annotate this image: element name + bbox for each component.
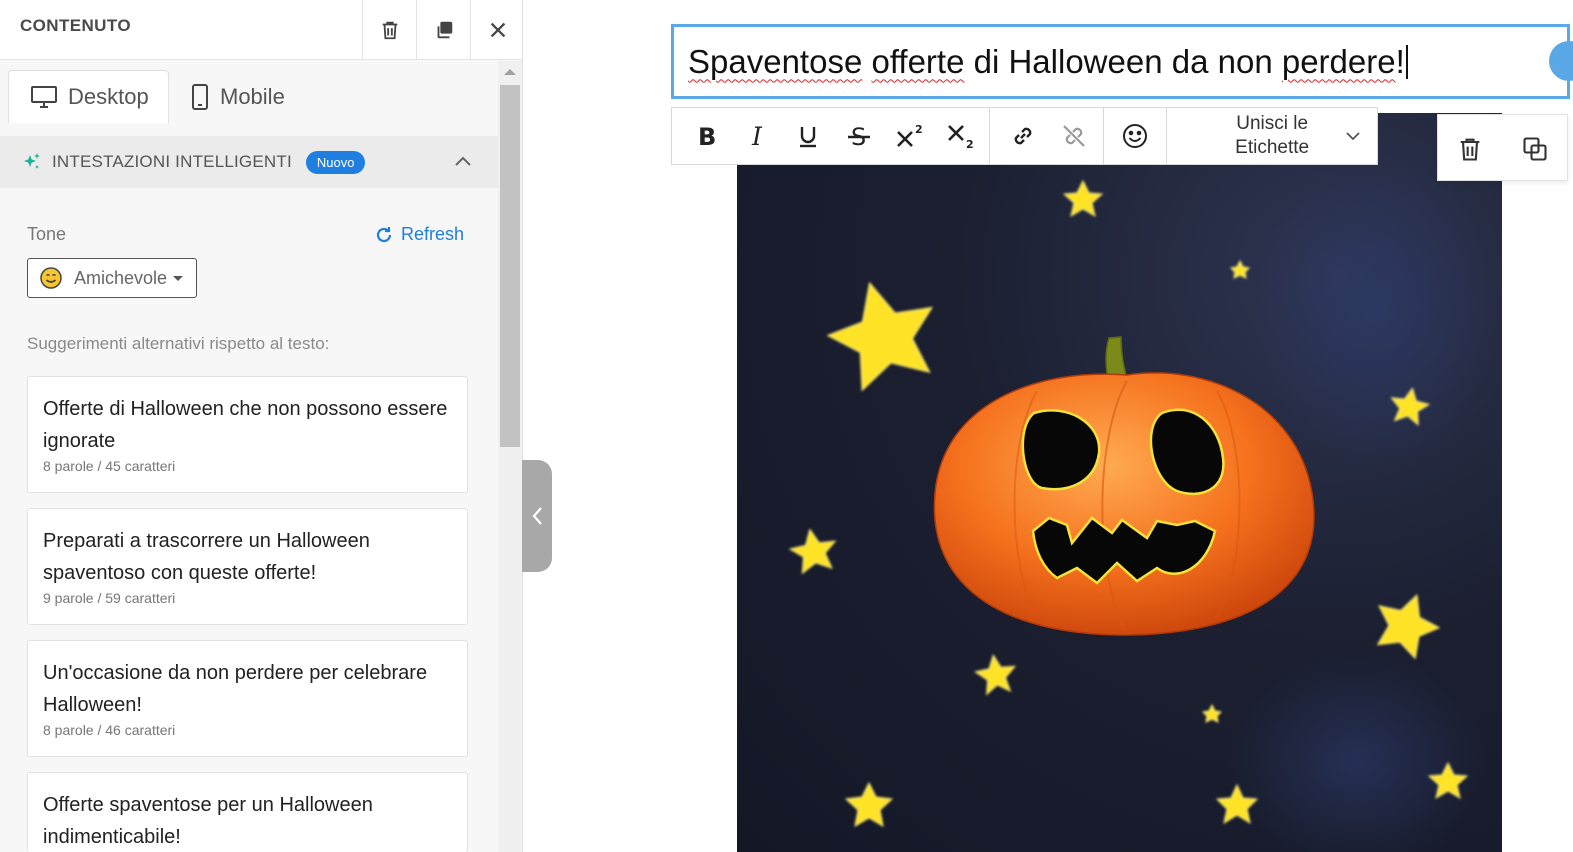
subscript-button[interactable]: 2 (935, 108, 986, 164)
emoji-icon (1123, 124, 1148, 148)
tab-mobile[interactable]: Mobile (190, 70, 320, 123)
refresh-label: Refresh (401, 224, 465, 244)
halloween-image[interactable] (737, 113, 1502, 852)
scroll-thumb[interactable] (500, 85, 520, 447)
suggestion-text: Un'occasione da non perdere per celebrar… (43, 662, 428, 716)
tab-desktop[interactable]: Desktop (8, 70, 169, 123)
device-tabs: Desktop Mobile (0, 61, 498, 123)
headline-word: di Halloween da non (973, 42, 1273, 80)
close-button[interactable] (470, 0, 524, 60)
smart-headers-title: INTESTAZIONI INTELLIGENTI (52, 152, 292, 171)
duplicate-block-button[interactable] (1503, 115, 1568, 182)
trash-icon (1460, 138, 1480, 161)
headline-word: Spaventose (688, 42, 863, 80)
svg-text:B: B (698, 123, 716, 150)
block-actions (1437, 114, 1568, 181)
app: CONTENUTO Desktop Mobile INTESTAZIONI IN… (0, 0, 1573, 852)
superscript-icon: 2 (896, 123, 923, 147)
suggestion-text: Offerte di Halloween che non possono ess… (43, 398, 448, 452)
suggestion-meta: 8 parole / 46 caratteri (43, 722, 176, 738)
bold-button[interactable]: B (680, 108, 731, 164)
underline-icon (799, 127, 816, 148)
svg-text:I: I (751, 122, 763, 150)
underline-button[interactable] (782, 108, 833, 164)
emoji-button[interactable] (1110, 108, 1161, 164)
suggestions-label: Suggerimenti alternativi rispetto al tes… (27, 334, 330, 353)
headline-input[interactable]: Spaventose offerte di Halloween da non p… (671, 24, 1570, 99)
suggestion-text: Offerte spaventose per un Halloween indi… (43, 794, 373, 848)
chevron-up-icon[interactable] (454, 153, 472, 171)
suggestion-text: Preparati a trascorrere un Halloween spa… (43, 530, 370, 584)
caret-down-icon (173, 275, 184, 281)
suggestion-card[interactable]: Offerte di Halloween che non possono ess… (27, 376, 468, 493)
format-group: B I S 2 2 (672, 108, 990, 164)
mobile-icon (192, 83, 208, 110)
panel-scrollbar[interactable] (498, 61, 522, 852)
insert-link-button[interactable] (998, 108, 1049, 164)
superscript-button[interactable]: 2 (884, 108, 935, 164)
panel-header: CONTENUTO (0, 0, 522, 60)
suggestion-card[interactable]: Preparati a trascorrere un Halloween spa… (27, 508, 468, 625)
smart-headers-section: INTESTAZIONI INTELLIGENTI Nuovo (0, 136, 498, 188)
italic-button[interactable]: I (731, 108, 782, 164)
content-panel: CONTENUTO Desktop Mobile INTESTAZIONI IN… (0, 0, 523, 852)
chevron-down-icon (1346, 132, 1360, 141)
strikethrough-icon: S (847, 123, 870, 150)
italic-icon: I (751, 122, 763, 150)
duplicate-button[interactable] (416, 0, 470, 60)
merge-tags-label: Unisci le Etichette (1235, 112, 1309, 160)
sparkle-icon (24, 153, 40, 169)
svg-text:2: 2 (915, 123, 923, 136)
merge-tags-dropdown[interactable]: Unisci le Etichette (1167, 108, 1377, 164)
delete-block-button[interactable] (1438, 115, 1503, 182)
copy-icon (437, 21, 452, 39)
svg-text:2: 2 (966, 138, 974, 150)
pumpkin-stars-illustration (788, 153, 1497, 852)
headline-exclamation: ! (1395, 42, 1405, 80)
merge-tags-label-line: Unisci le (1236, 113, 1309, 134)
desktop-icon (31, 86, 57, 108)
refresh-button[interactable]: Refresh (374, 224, 464, 245)
tone-value: Amichevole (74, 267, 168, 288)
link-group (990, 108, 1105, 164)
subscript-icon: 2 (947, 125, 974, 150)
collapse-panel-handle[interactable] (522, 460, 552, 572)
refresh-icon (376, 226, 392, 242)
headline-word: perdere (1281, 42, 1396, 80)
headline-word: offerte (871, 42, 965, 80)
smiley-icon (40, 267, 62, 289)
text-format-toolbar: B I S 2 2 Unisci le Etichette (671, 107, 1378, 165)
trash-icon (382, 21, 397, 40)
tab-mobile-label: Mobile (220, 83, 285, 109)
emoji-group (1104, 108, 1168, 164)
delete-button[interactable] (362, 0, 416, 60)
tone-label: Tone (27, 224, 67, 244)
remove-link-button[interactable] (1049, 108, 1100, 164)
chevron-left-icon (532, 507, 542, 525)
merge-tags-label-line: Etichette (1235, 137, 1310, 158)
tab-desktop-label: Desktop (68, 84, 149, 109)
duplicate-icon (1523, 136, 1547, 161)
suggestion-meta: 9 parole / 59 caratteri (43, 590, 176, 606)
suggestion-card[interactable]: Un'occasione da non perdere per celebrar… (27, 640, 468, 757)
panel-title: CONTENUTO (20, 16, 131, 35)
text-cursor (1405, 44, 1408, 79)
strikethrough-button[interactable]: S (833, 108, 884, 164)
new-badge: Nuovo (305, 150, 366, 174)
suggestion-meta: 8 parole / 45 caratteri (43, 458, 176, 474)
link-icon (1014, 127, 1032, 145)
suggestion-card[interactable]: Offerte spaventose per un Halloween indi… (27, 772, 468, 852)
tone-select[interactable]: Amichevole (27, 258, 197, 298)
close-icon (490, 22, 505, 38)
scroll-up-arrow-icon[interactable] (504, 69, 516, 75)
unlink-icon (1063, 125, 1085, 147)
headline-text: Spaventose offerte di Halloween da non p… (688, 43, 1408, 81)
bold-icon: B (698, 123, 716, 150)
